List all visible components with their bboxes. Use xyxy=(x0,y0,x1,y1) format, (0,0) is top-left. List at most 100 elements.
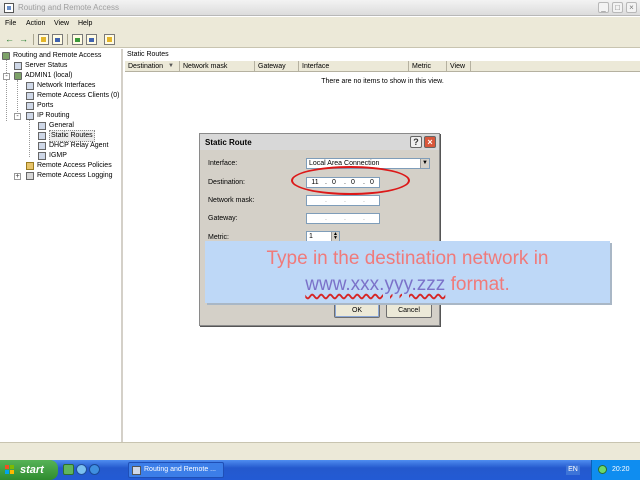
tree-item-ip-routing[interactable]: IP Routing xyxy=(26,111,122,121)
tree-item-label: Server Status xyxy=(25,62,68,69)
menu-help[interactable]: Help xyxy=(78,20,92,27)
show-hide-tree-icon[interactable] xyxy=(52,34,63,45)
column-header-interface[interactable]: Interface xyxy=(299,61,409,72)
tree-item-label: IGMP xyxy=(49,152,67,159)
navigation-tree: Routing and Remote Access Server Status … xyxy=(0,49,123,442)
toolbar-separator xyxy=(33,34,34,45)
tree-item-server-status[interactable]: Server Status xyxy=(14,61,114,71)
igmp-icon xyxy=(38,152,46,160)
tree-item-igmp[interactable]: IGMP xyxy=(38,151,122,161)
toolbar-separator xyxy=(67,34,68,45)
sort-descending-icon: ▼ xyxy=(168,63,174,69)
ip-separator: . xyxy=(363,215,365,222)
dialog-close-button[interactable]: × xyxy=(424,136,436,148)
tree-connector xyxy=(17,80,18,116)
gateway-field[interactable]: . . . xyxy=(306,213,380,224)
menu-view[interactable]: View xyxy=(54,20,69,27)
close-window-button[interactable]: × xyxy=(626,2,637,13)
start-button[interactable]: start xyxy=(0,460,58,480)
column-header-metric[interactable]: Metric xyxy=(409,61,447,72)
system-tray: 20:20 xyxy=(591,460,640,480)
empty-list-message: There are no items to show in this view. xyxy=(321,78,444,85)
start-label: start xyxy=(20,464,44,476)
tree-item-static-routes[interactable]: Static Routes xyxy=(38,130,122,142)
spin-arrows-icon[interactable]: ▲ ▼ xyxy=(331,232,339,241)
dhcp-relay-agent-icon xyxy=(38,142,46,150)
dialog-help-button[interactable]: ? xyxy=(410,136,422,148)
tree-item-label: IP Routing xyxy=(37,112,70,119)
forward-arrow-icon[interactable]: → xyxy=(18,34,29,45)
email-client-icon[interactable] xyxy=(89,464,100,475)
pane-title: Static Routes xyxy=(127,51,169,58)
expand-collapse-toggle[interactable]: - xyxy=(3,73,10,80)
column-header-network-mask[interactable]: Network mask xyxy=(180,61,255,72)
tree-item-routing-root[interactable]: Routing and Remote Access xyxy=(2,51,122,61)
remote-access-clients-icon xyxy=(26,92,34,100)
tree-item-server[interactable]: ADMIN1 (local) xyxy=(14,71,114,81)
tree-item-label: Routing and Remote Access xyxy=(13,52,102,59)
back-arrow-icon[interactable]: ← xyxy=(4,34,15,45)
menu-bar: File Action View Help xyxy=(0,17,640,31)
routing-app-icon xyxy=(4,3,14,13)
server-status-icon xyxy=(14,62,22,70)
tree-item-network-interfaces[interactable]: Network Interfaces xyxy=(26,81,122,91)
tree-item-dhcp-relay-agent[interactable]: DHCP Relay Agent xyxy=(38,141,122,151)
tree-item-label: DHCP Relay Agent xyxy=(49,142,109,149)
language-indicator[interactable]: EN xyxy=(566,465,580,475)
network-interfaces-icon xyxy=(26,82,34,90)
ip-routing-icon xyxy=(26,112,34,120)
ok-button[interactable]: OK xyxy=(334,303,380,318)
menu-action[interactable]: Action xyxy=(26,20,45,27)
help-icon[interactable] xyxy=(104,34,115,45)
tree-item-label: Network Interfaces xyxy=(37,82,96,89)
show-desktop-icon[interactable] xyxy=(63,464,74,475)
ip-separator: . xyxy=(344,215,346,222)
tree-connector xyxy=(29,120,30,157)
dialog-titlebar[interactable]: Static Route ? × xyxy=(200,134,439,150)
cancel-button[interactable]: Cancel xyxy=(386,303,432,318)
minimize-button[interactable]: _ xyxy=(598,2,609,13)
expand-collapse-toggle[interactable]: + xyxy=(14,173,21,180)
caption-format-example: www.xxx.yyy.zzz xyxy=(305,274,446,295)
network-mask-field[interactable]: . . . xyxy=(306,195,380,206)
tree-item-remote-access-logging[interactable]: Remote Access Logging xyxy=(26,171,122,181)
routing-root-icon xyxy=(2,52,10,60)
refresh-icon[interactable] xyxy=(72,34,83,45)
dialog-title: Static Route xyxy=(205,138,252,147)
destination-label: Destination: xyxy=(208,179,245,186)
static-routes-icon xyxy=(38,132,46,140)
windows-flag-icon xyxy=(5,465,15,475)
tree-item-label: Remote Access Logging xyxy=(37,172,113,179)
status-bar xyxy=(0,442,640,460)
tree-item-remote-access-policies[interactable]: Remote Access Policies xyxy=(26,161,122,171)
taskbar-item-routing[interactable]: Routing and Remote ... xyxy=(128,462,224,478)
window-title: Routing and Remote Access xyxy=(18,3,119,12)
network-status-icon[interactable] xyxy=(598,465,607,474)
column-header-view[interactable]: View xyxy=(447,61,471,72)
remote-access-policies-icon xyxy=(26,162,34,170)
ports-icon xyxy=(26,102,34,110)
remote-access-logging-icon xyxy=(26,172,34,180)
gateway-label: Gateway: xyxy=(208,215,238,222)
internet-explorer-icon[interactable] xyxy=(76,464,87,475)
ip-separator: . xyxy=(325,215,327,222)
tree-item-label: Ports xyxy=(37,102,54,109)
tree-item-remote-access-clients[interactable]: Remote Access Clients (0) xyxy=(26,91,122,101)
tree-item-ports[interactable]: Ports xyxy=(26,101,122,111)
tree-item-label: Remote Access Clients (0) xyxy=(37,92,120,99)
toolbar: ← → xyxy=(0,31,640,48)
caption-line-1: Type in the destination network in xyxy=(266,248,549,269)
window-titlebar[interactable]: Routing and Remote Access _ □ × xyxy=(0,0,640,16)
caption-line-2-suffix: format. xyxy=(450,274,510,295)
column-header-gateway[interactable]: Gateway xyxy=(255,61,299,72)
server-icon xyxy=(14,72,22,80)
up-folder-icon[interactable] xyxy=(38,34,49,45)
menu-file[interactable]: File xyxy=(5,20,16,27)
maximize-button[interactable]: □ xyxy=(612,2,623,13)
chevron-down-icon[interactable]: ▼ xyxy=(420,159,429,168)
expand-collapse-toggle[interactable]: - xyxy=(14,113,21,120)
taskbar-item-label: Routing and Remote ... xyxy=(144,466,216,473)
tree-item-label: Remote Access Policies xyxy=(37,162,112,169)
export-list-icon[interactable] xyxy=(86,34,97,45)
taskbar: start Routing and Remote ... EN 20:20 xyxy=(0,460,640,480)
